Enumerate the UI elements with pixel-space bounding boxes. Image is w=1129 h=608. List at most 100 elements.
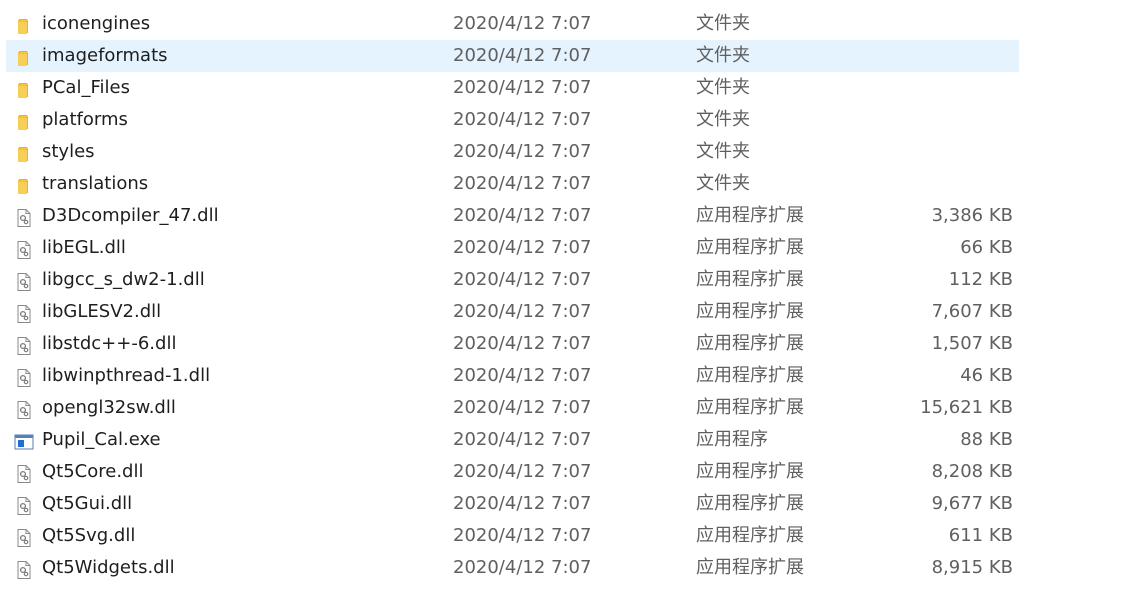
file-name: Qt5Widgets.dll [42,557,175,578]
file-name: libEGL.dll [42,237,126,258]
folder-icon [14,143,34,163]
file-row[interactable]: Pupil_Cal.exe 2020/4/12 7:07 应用程序 88 KB [6,424,1019,456]
file-row[interactable]: libEGL.dll 2020/4/12 7:07 应用程序扩展 66 KB [6,232,1019,264]
folder-row[interactable]: PCal_Files 2020/4/12 7:07 文件夹 [6,72,1019,104]
file-size: 611 KB [948,525,1013,546]
file-name: libgcc_s_dw2-1.dll [42,269,205,290]
file-row[interactable]: Qt5Gui.dll 2020/4/12 7:07 应用程序扩展 9,677 KB [6,488,1019,520]
file-modified-date: 2020/4/12 7:07 [453,205,592,226]
file-type: 文件夹 [696,45,750,66]
file-size: 112 KB [948,269,1013,290]
file-row[interactable]: D3Dcompiler_47.dll 2020/4/12 7:07 应用程序扩展 3,… [6,200,1019,232]
file-name: Pupil_Cal.exe [42,429,161,450]
file-size: 7,607 KB [931,301,1013,322]
folder-row[interactable]: styles 2020/4/12 7:07 文件夹 [6,136,1019,168]
file-modified-date: 2020/4/12 7:07 [453,77,592,98]
file-modified-date: 2020/4/12 7:07 [453,173,592,194]
file-name: styles [42,141,95,162]
file-type: 应用程序扩展 [696,205,804,226]
file-type: 应用程序扩展 [696,301,804,322]
file-size: 8,208 KB [931,461,1013,482]
file-type: 应用程序扩展 [696,269,804,290]
exe-file-icon [14,431,34,451]
file-name: Qt5Svg.dll [42,525,136,546]
dll-file-icon [14,207,34,227]
file-row[interactable]: Qt5Svg.dll 2020/4/12 7:07 应用程序扩展 611 KB [6,520,1019,552]
file-row[interactable]: libgcc_s_dw2-1.dll 2020/4/12 7:07 应用程序扩展 11… [6,264,1019,296]
folder-icon [14,79,34,99]
dll-file-icon [14,271,34,291]
file-name: iconengines [42,13,151,34]
file-modified-date: 2020/4/12 7:07 [453,141,592,162]
file-size: 88 KB [960,429,1013,450]
folder-icon [14,47,34,67]
dll-file-icon [14,463,34,483]
dll-file-icon [14,303,34,323]
file-name: Qt5Core.dll [42,461,144,482]
file-row[interactable]: Qt5Core.dll 2020/4/12 7:07 应用程序扩展 8,208 KB [6,456,1019,488]
file-size: 46 KB [960,365,1013,386]
file-name: PCal_Files [42,77,130,98]
folder-row[interactable]: iconengines 2020/4/12 7:07 文件夹 [6,8,1019,40]
file-size: 8,915 KB [931,557,1013,578]
file-row[interactable]: libwinpthread-1.dll 2020/4/12 7:07 应用程序扩展 4… [6,360,1019,392]
file-name: libstdc++-6.dll [42,333,177,354]
file-modified-date: 2020/4/12 7:07 [453,525,592,546]
dll-file-icon [14,239,34,259]
file-name: translations [42,173,149,194]
file-modified-date: 2020/4/12 7:07 [453,429,592,450]
file-size: 15,621 KB [920,397,1013,418]
file-type: 应用程序扩展 [696,333,804,354]
file-type: 文件夹 [696,141,750,162]
file-name: libwinpthread-1.dll [42,365,211,386]
file-type: 文件夹 [696,77,750,98]
dll-file-icon [14,367,34,387]
file-type: 应用程序扩展 [696,365,804,386]
folder-row[interactable]: translations 2020/4/12 7:07 文件夹 [6,168,1019,200]
file-modified-date: 2020/4/12 7:07 [453,333,592,354]
file-modified-date: 2020/4/12 7:07 [453,557,592,578]
folder-icon [14,15,34,35]
dll-file-icon [14,335,34,355]
file-row[interactable]: libGLESV2.dll 2020/4/12 7:07 应用程序扩展 7,607 K… [6,296,1019,328]
file-name: libGLESV2.dll [42,301,162,322]
file-size: 1,507 KB [931,333,1013,354]
file-type: 应用程序 [696,429,768,450]
file-row[interactable]: libstdc++-6.dll 2020/4/12 7:07 应用程序扩展 1,507… [6,328,1019,360]
file-modified-date: 2020/4/12 7:07 [453,13,592,34]
file-modified-date: 2020/4/12 7:07 [453,461,592,482]
dll-file-icon [14,399,34,419]
folder-row[interactable]: imageformats 2020/4/12 7:07 文件夹 [6,40,1019,72]
file-type: 应用程序扩展 [696,557,804,578]
file-name: D3Dcompiler_47.dll [42,205,219,226]
file-modified-date: 2020/4/12 7:07 [453,301,592,322]
file-type: 文件夹 [696,13,750,34]
file-modified-date: 2020/4/12 7:07 [453,269,592,290]
file-modified-date: 2020/4/12 7:07 [453,365,592,386]
dll-file-icon [14,527,34,547]
file-type: 应用程序扩展 [696,397,804,418]
file-type: 应用程序扩展 [696,493,804,514]
file-modified-date: 2020/4/12 7:07 [453,397,592,418]
file-type: 应用程序扩展 [696,237,804,258]
file-type: 应用程序扩展 [696,525,804,546]
folder-icon [14,175,34,195]
folder-row[interactable]: platforms 2020/4/12 7:07 文件夹 [6,104,1019,136]
file-type: 应用程序扩展 [696,461,804,482]
file-size: 9,677 KB [931,493,1013,514]
file-name: Qt5Gui.dll [42,493,133,514]
file-name: platforms [42,109,128,130]
dll-file-icon [14,559,34,579]
file-size: 66 KB [960,237,1013,258]
folder-icon [14,111,34,131]
file-row[interactable]: opengl32sw.dll 2020/4/12 7:07 应用程序扩展 15,621… [6,392,1019,424]
dll-file-icon [14,495,34,515]
file-list: iconengines 2020/4/12 7:07 文件夹 imageformats… [0,0,1129,608]
file-name: opengl32sw.dll [42,397,176,418]
file-name: imageformats [42,45,168,66]
file-modified-date: 2020/4/12 7:07 [453,493,592,514]
file-row[interactable]: Qt5Widgets.dll 2020/4/12 7:07 应用程序扩展 8,915 … [6,552,1019,584]
file-modified-date: 2020/4/12 7:07 [453,237,592,258]
file-size: 3,386 KB [931,205,1013,226]
file-type: 文件夹 [696,109,750,130]
